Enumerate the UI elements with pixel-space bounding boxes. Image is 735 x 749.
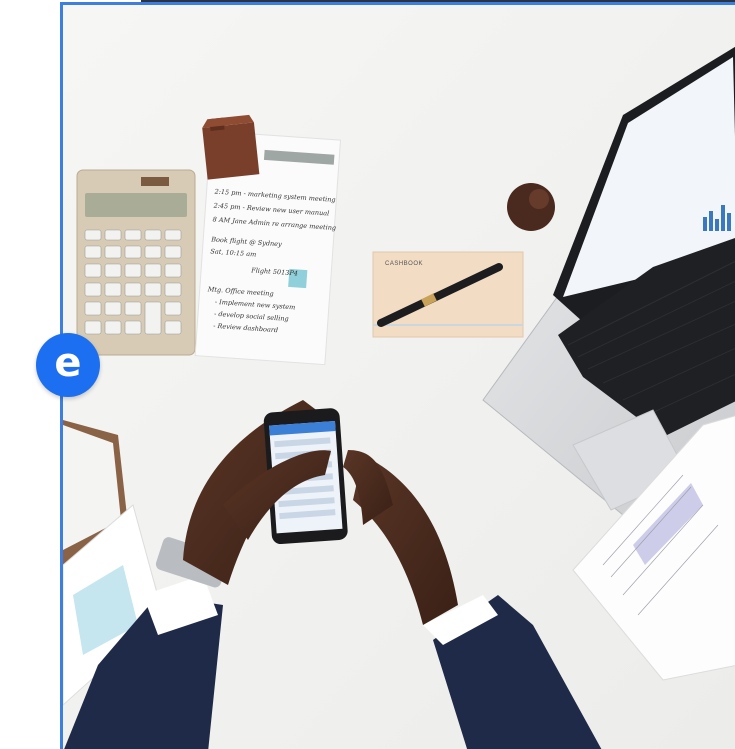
cashbook: CASHBOOK <box>372 251 524 338</box>
wooden-house-figure <box>202 114 260 180</box>
wooden-knob <box>507 183 555 231</box>
brand-badge[interactable]: e <box>36 333 100 397</box>
brand-badge-letter: e <box>54 340 82 386</box>
calculator <box>76 169 196 356</box>
office-desk-photo: 2:15 pm - marketing system meeting 2:45 … <box>63 5 735 749</box>
photo-frame: 2:15 pm - marketing system meeting 2:45 … <box>60 2 735 749</box>
cashbook-label: CASHBOOK <box>385 261 423 267</box>
